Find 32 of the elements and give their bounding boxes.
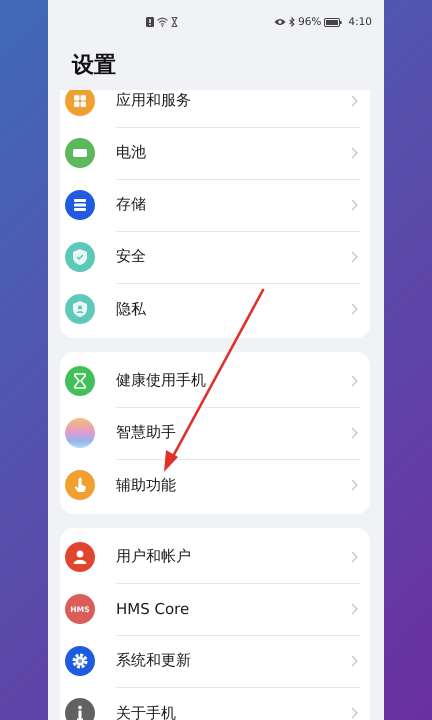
- settings-item[interactable]: 安全: [60, 231, 370, 283]
- battery-icon: [324, 18, 342, 26]
- page-title: 设置: [72, 52, 116, 80]
- settings-item[interactable]: 智慧助手: [60, 407, 370, 459]
- settings-item[interactable]: 存储: [60, 179, 370, 231]
- battery-percent: 96%: [298, 16, 322, 28]
- eye-icon: [274, 18, 286, 26]
- settings-item[interactable]: 隐私: [60, 283, 370, 335]
- chevron-icon: [351, 602, 358, 614]
- hourglass-icon: [171, 17, 178, 27]
- settings-item[interactable]: 电池: [60, 127, 370, 179]
- settings-item[interactable]: 健康使用手机: [60, 355, 370, 407]
- chevron-icon: [351, 426, 358, 438]
- chevron-icon: [351, 707, 358, 719]
- chevron-icon: [351, 374, 358, 386]
- wifi-icon: [157, 17, 168, 27]
- bluetooth-icon: [289, 17, 296, 27]
- settings-item[interactable]: 系统和更新: [60, 635, 370, 687]
- chevron-icon: [351, 146, 358, 158]
- chevron-icon: [351, 198, 358, 210]
- chevron-icon: [351, 479, 358, 491]
- gradient-orb-icon: [65, 418, 95, 448]
- clock: 4:10: [348, 16, 372, 28]
- chevron-icon: [351, 550, 358, 562]
- chevron-icon: [351, 303, 358, 315]
- settings-item[interactable]: 应用和服务: [60, 90, 370, 127]
- settings-item[interactable]: 关于手机: [60, 687, 370, 720]
- settings-item[interactable]: 辅助功能: [60, 459, 370, 511]
- chevron-icon: [351, 94, 358, 106]
- settings-item[interactable]: 用户和帐户: [60, 531, 370, 583]
- chevron-icon: [351, 250, 358, 262]
- chevron-icon: [351, 654, 358, 666]
